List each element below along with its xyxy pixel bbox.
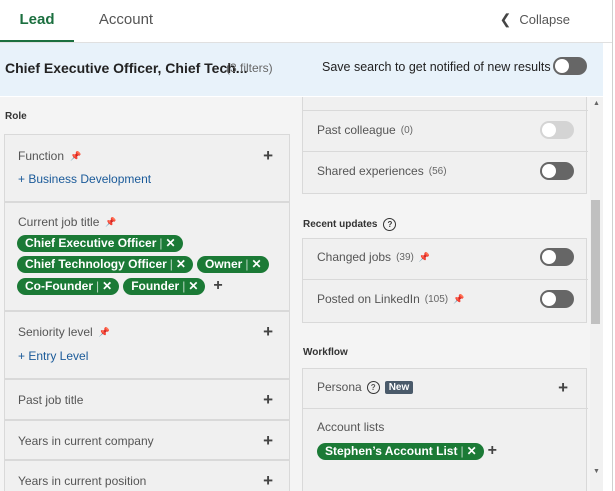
chip-label: Co-Founder bbox=[25, 278, 93, 293]
pin-icon: 📌 bbox=[70, 150, 82, 161]
recent-updates-label: Recent updates bbox=[303, 219, 378, 230]
posted-linkedin-row[interactable]: Posted on LinkedIn (105) 📌 bbox=[303, 279, 588, 319]
right-filter-column: Past colleague (0) Shared experiences (56)… bbox=[302, 97, 590, 491]
years-company-filter[interactable]: Years in current company + bbox=[4, 420, 290, 460]
persona-row[interactable]: Persona ? New + bbox=[303, 368, 588, 408]
posted-linkedin-label: Posted on LinkedIn bbox=[317, 292, 420, 306]
relationship-card: Past colleague (0) Shared experiences (56) bbox=[302, 97, 588, 194]
changed-jobs-label: Changed jobs bbox=[317, 250, 392, 264]
shared-experiences-row[interactable]: Shared experiences (56) bbox=[303, 151, 588, 191]
pin-icon: 📌 bbox=[418, 251, 431, 262]
plus-icon[interactable]: + bbox=[263, 323, 273, 340]
scrollbar[interactable]: ▲ ▼ bbox=[590, 97, 603, 491]
current-job-title-label: Current job title bbox=[18, 215, 100, 229]
plus-icon[interactable]: + bbox=[263, 472, 273, 489]
posted-linkedin-count: (105) bbox=[424, 293, 449, 305]
function-label: Function bbox=[18, 149, 65, 163]
plus-icon[interactable]: + bbox=[488, 442, 497, 460]
job-title-chips: Chief Executive Officer | ✕ Chief Technolo… bbox=[17, 235, 287, 295]
chip-chief-executive-officer[interactable]: Chief Executive Officer | ✕ bbox=[17, 235, 183, 252]
recent-updates-heading: Recent updates ? bbox=[303, 218, 397, 231]
function-filter[interactable]: Function 📌 + + Business Development bbox=[4, 134, 290, 202]
chip-co-founder[interactable]: Co-Founder | ✕ bbox=[17, 277, 120, 295]
tab-account[interactable]: Account bbox=[96, 0, 156, 42]
filter-count: (3 filters) bbox=[226, 61, 273, 75]
x-icon[interactable]: ✕ bbox=[176, 257, 186, 271]
past-job-title-label: Past job title bbox=[18, 393, 84, 407]
tab-bar: Lead Account ❮ Collapse bbox=[0, 0, 612, 43]
x-icon[interactable]: ✕ bbox=[188, 279, 198, 293]
scrollbar-thumb[interactable] bbox=[591, 200, 600, 324]
years-position-label: Years in current position bbox=[18, 474, 147, 488]
function-title: Function 📌 bbox=[18, 149, 81, 163]
role-section-label: Role bbox=[5, 111, 27, 122]
plus-icon[interactable]: + bbox=[263, 391, 273, 408]
add-business-development-link[interactable]: + Business Development bbox=[18, 172, 151, 186]
past-job-title-filter[interactable]: Past job title + bbox=[4, 379, 290, 420]
shared-experiences-count: (56) bbox=[428, 165, 447, 177]
x-icon[interactable]: ✕ bbox=[166, 236, 176, 250]
new-badge: New bbox=[384, 380, 414, 394]
left-filter-column: Role Function 📌 + + Business Development… bbox=[0, 97, 302, 491]
current-job-title-filter[interactable]: Current job title 📌 Chief Executive Offi… bbox=[4, 202, 290, 311]
account-lists-chips: Stephen’s Account List | ✕ + bbox=[317, 442, 497, 460]
x-icon[interactable]: ✕ bbox=[251, 257, 261, 271]
years-company-label: Years in current company bbox=[18, 434, 154, 448]
seniority-label: Seniority level bbox=[18, 325, 93, 339]
workflow-heading: Workflow bbox=[303, 347, 348, 358]
workflow-card: Persona ? New + Account lists Stephen’s … bbox=[302, 368, 588, 491]
seniority-title: Seniority level 📌 bbox=[18, 325, 110, 339]
plus-icon[interactable]: + bbox=[263, 432, 273, 449]
chip-label: Owner bbox=[204, 257, 243, 271]
pin-icon: 📌 bbox=[98, 326, 110, 337]
changed-jobs-toggle[interactable] bbox=[540, 248, 574, 266]
past-colleague-toggle[interactable] bbox=[540, 121, 574, 139]
seniority-filter[interactable]: Seniority level 📌 + + Entry Level bbox=[4, 311, 290, 379]
chip-label: Chief Executive Officer bbox=[25, 236, 157, 250]
question-circle-icon[interactable]: ? bbox=[383, 218, 397, 231]
add-entry-level-link[interactable]: + Entry Level bbox=[18, 349, 88, 363]
chevron-left-icon: ❮ bbox=[499, 11, 512, 27]
plus-icon[interactable]: + bbox=[213, 277, 222, 295]
current-job-title-title: Current job title 📌 bbox=[18, 215, 117, 229]
account-lists-label: Account lists bbox=[317, 420, 385, 434]
save-search-label: Save search to get notified of new resul… bbox=[322, 60, 551, 74]
years-position-filter[interactable]: Years in current position + bbox=[4, 460, 290, 491]
changed-jobs-count: (39) bbox=[396, 251, 414, 263]
search-title: Chief Executive Officer, Chief Tech... bbox=[5, 60, 248, 76]
search-banner: Chief Executive Officer, Chief Tech... (… bbox=[0, 43, 603, 96]
x-icon[interactable]: ✕ bbox=[102, 279, 112, 293]
posted-linkedin-toggle[interactable] bbox=[540, 290, 574, 308]
past-colleague-count: (0) bbox=[400, 124, 413, 136]
account-lists-row[interactable]: Account lists Stephen’s Account List | ✕ + bbox=[303, 408, 588, 478]
chip-label: Founder bbox=[131, 278, 180, 293]
changed-jobs-row[interactable]: Changed jobs (39) 📌 bbox=[303, 238, 588, 278]
chip-label: Chief Technology Officer bbox=[25, 257, 167, 271]
persona-label: Persona bbox=[317, 380, 362, 394]
collapse-label: Collapse bbox=[519, 12, 570, 27]
shared-experiences-label: Shared experiences bbox=[317, 164, 424, 178]
plus-icon[interactable]: + bbox=[263, 147, 273, 164]
chip-founder[interactable]: Founder | ✕ bbox=[123, 277, 206, 295]
pin-icon: 📌 bbox=[105, 216, 117, 227]
past-colleague-row[interactable]: Past colleague (0) bbox=[303, 110, 588, 150]
panel-divider bbox=[612, 0, 613, 491]
past-colleague-label: Past colleague bbox=[317, 123, 396, 137]
plus-icon[interactable]: + bbox=[558, 379, 568, 396]
chip-label: Stephen’s Account List bbox=[325, 443, 458, 458]
chip-owner[interactable]: Owner | ✕ bbox=[196, 256, 269, 273]
question-circle-icon[interactable]: ? bbox=[366, 380, 380, 394]
collapse-button[interactable]: ❮ Collapse bbox=[500, 11, 570, 28]
save-search-toggle[interactable] bbox=[553, 57, 587, 75]
pin-icon: 📌 bbox=[453, 293, 465, 304]
chip-account-list[interactable]: Stephen’s Account List | ✕ bbox=[317, 442, 484, 460]
recent-updates-card: Changed jobs (39) 📌 Posted on LinkedIn (105… bbox=[302, 238, 588, 323]
chip-chief-technology-officer[interactable]: Chief Technology Officer | ✕ bbox=[17, 256, 193, 273]
x-icon[interactable]: ✕ bbox=[467, 444, 477, 458]
scroll-down-icon[interactable]: ▼ bbox=[593, 468, 600, 475]
scroll-up-icon[interactable]: ▲ bbox=[593, 100, 600, 107]
tab-lead[interactable]: Lead bbox=[0, 0, 74, 42]
shared-experiences-toggle[interactable] bbox=[540, 162, 574, 180]
